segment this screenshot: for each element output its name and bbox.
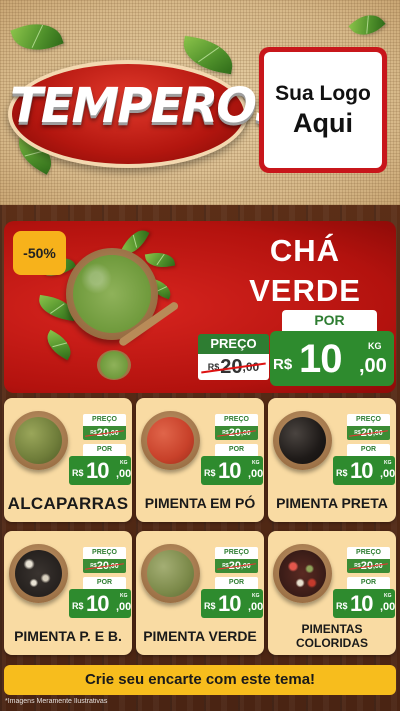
featured-new-price-label: POR bbox=[282, 310, 377, 331]
discount-badge: -50% bbox=[13, 231, 66, 275]
old-price-label: PREÇO bbox=[83, 547, 126, 559]
logo-placeholder-line1: Sua Logo bbox=[275, 82, 371, 105]
new-price-label: POR bbox=[215, 577, 258, 589]
unit-label: KG bbox=[368, 341, 382, 351]
old-price-label: PREÇO bbox=[83, 414, 126, 426]
new-price: R$ 10 KG ,00 bbox=[333, 589, 395, 618]
old-price: R$20,00 bbox=[347, 559, 390, 573]
product-name: PIMENTA EM PÓ bbox=[144, 494, 256, 511]
cta-banner[interactable]: Crie seu encarte com este tema! bbox=[4, 665, 396, 695]
featured-new-price: R$ 10 KG ,00 bbox=[270, 331, 394, 386]
featured-title-line1: CHÁ bbox=[269, 233, 341, 268]
featured-title-line2: VERDE bbox=[249, 273, 361, 308]
product-card-pimentas-coloridas: PREÇO R$20,00 POR R$10KG,00 PIMENTAS COL… bbox=[268, 531, 396, 655]
featured-title: CHÁ VERDE bbox=[230, 231, 380, 311]
old-price: R$20,00 bbox=[83, 426, 126, 440]
spice-bowl-image bbox=[141, 544, 200, 603]
featured-old-price: R$ 20 ,00 bbox=[198, 354, 269, 380]
new-price: R$ 10 KG ,00 bbox=[201, 589, 263, 618]
product-name: PIMENTAS COLORIDAS bbox=[296, 622, 368, 650]
spice-bowl-image bbox=[9, 544, 68, 603]
new-price-label: POR bbox=[215, 444, 258, 456]
spice-bowl-image bbox=[273, 411, 332, 470]
new-price: R$ 10 KG ,00 bbox=[69, 456, 131, 485]
product-name: PIMENTA PRETA bbox=[276, 494, 388, 511]
product-name: ALCAPARRAS bbox=[7, 493, 129, 513]
new-price-label: POR bbox=[83, 577, 126, 589]
product-name: PIMENTA P. E B. bbox=[14, 627, 122, 644]
old-price-label: PREÇO bbox=[215, 414, 258, 426]
new-price-decimal: ,00 bbox=[359, 355, 387, 377]
logo-placeholder-box: Sua Logo Aqui bbox=[259, 47, 387, 173]
old-price-label: PREÇO bbox=[347, 414, 390, 426]
old-price-label: PREÇO bbox=[215, 547, 258, 559]
currency-symbol: R$ bbox=[273, 356, 293, 373]
product-card-pimenta-em-po: PREÇO R$20,00 POR R$10KG,00 PIMENTA EM P… bbox=[136, 398, 264, 522]
logo-placeholder-line2: Aqui bbox=[293, 108, 353, 138]
spice-bowl-image bbox=[141, 411, 200, 470]
new-price: R$ 10 KG ,00 bbox=[333, 456, 395, 485]
disclaimer-text: *Imagens Meramente Ilustrativas bbox=[5, 698, 108, 705]
old-price: R$20,00 bbox=[215, 559, 258, 573]
product-card-pimenta-preta: PREÇO R$20,00 POR R$10KG,00 PIMENTA PRET… bbox=[268, 398, 396, 522]
new-price-label: POR bbox=[347, 444, 390, 456]
spice-bowl-image bbox=[273, 544, 332, 603]
new-price-label: POR bbox=[83, 444, 126, 456]
old-price-label: PREÇO bbox=[347, 547, 390, 559]
spice-bowl-image bbox=[9, 411, 68, 470]
old-price: R$20,00 bbox=[83, 559, 126, 573]
product-card-alcaparras: PREÇO R$20,00 POR R$10KG,00 ALCAPARRAS bbox=[4, 398, 132, 522]
product-card-pimenta-verde: PREÇO R$20,00 POR R$10KG,00 PIMENTA VERD… bbox=[136, 531, 264, 655]
new-price-label: POR bbox=[347, 577, 390, 589]
product-name: PIMENTA VERDE bbox=[143, 627, 257, 644]
old-price: R$20,00 bbox=[347, 426, 390, 440]
product-card-pimenta-p-e-b: PREÇO R$20,00 POR R$10KG,00 PIMENTA P. E… bbox=[4, 531, 132, 655]
flyer-page: TEMPEROS Sua Logo Aqui -50% CHÁ VERDE PR… bbox=[0, 0, 400, 711]
new-price-integer: 10 bbox=[299, 337, 342, 381]
new-price: R$ 10 KG ,00 bbox=[201, 456, 263, 485]
tea-spoon-image bbox=[97, 350, 131, 380]
new-price: R$ 10 KG ,00 bbox=[69, 589, 131, 618]
featured-old-price-label: PREÇO bbox=[198, 334, 269, 354]
old-price: R$20,00 bbox=[215, 426, 258, 440]
brand-logo-text: TEMPEROS bbox=[10, 78, 290, 134]
